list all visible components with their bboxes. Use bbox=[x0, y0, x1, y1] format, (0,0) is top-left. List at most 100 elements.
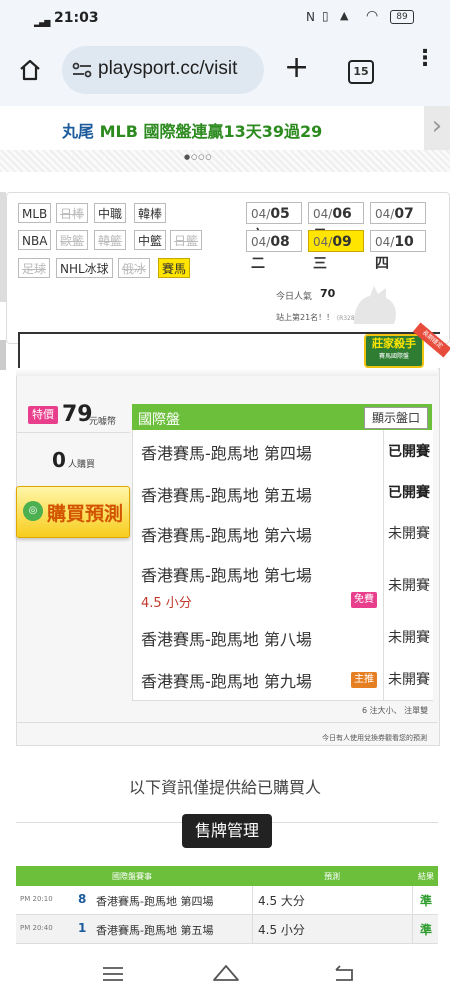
game-name: 香港賽馬-跑馬地 第六場 bbox=[141, 526, 312, 545]
date-month: 04/ bbox=[251, 235, 271, 249]
buyers-unit: 人購買 bbox=[68, 460, 96, 470]
date-tab[interactable]: 04/05 六 bbox=[246, 202, 302, 244]
date-day: 09 bbox=[332, 234, 352, 250]
coin-icon: ◎ bbox=[23, 501, 43, 521]
sport-tag: 歐籃 bbox=[56, 230, 89, 250]
buy-prediction-label: 購買預測 bbox=[47, 503, 124, 525]
sale-badge: 特價 bbox=[28, 406, 58, 424]
banner-next-icon[interactable]: › bbox=[424, 106, 450, 150]
tab-switcher-button[interactable]: 15 bbox=[348, 60, 374, 84]
result-pick: 4.5 大分 bbox=[258, 894, 305, 908]
banner-highlight: MLB 國際盤連贏13天39過29 bbox=[99, 122, 323, 141]
browser-toolbar: playsport.cc/visit + 15 ⋮ bbox=[0, 36, 450, 106]
banner-text: 丸尾 MLB 國際盤連贏13天39過29 bbox=[62, 118, 322, 142]
popularity-label: 今日人氣 bbox=[276, 292, 313, 302]
game-row[interactable]: 香港賽馬-跑馬地 第八場 未開賽 bbox=[132, 616, 433, 659]
date-day: 10 bbox=[394, 234, 414, 250]
column-divider bbox=[412, 915, 413, 943]
sport-tag: 日籃 bbox=[170, 230, 203, 250]
game-row[interactable]: 香港賽馬-跑馬地 第六場 未開賽 bbox=[132, 512, 433, 555]
carousel-dots: ●○○○ bbox=[184, 153, 213, 161]
banner-stripe bbox=[0, 150, 450, 172]
game-name: 香港賽馬-跑馬地 第四場 bbox=[141, 444, 312, 463]
seller-sub: 賽馬國際盤 bbox=[378, 353, 409, 360]
sport-tag[interactable]: 中籃 bbox=[134, 230, 167, 250]
bet-note: 6 注大小、 注單雙 bbox=[362, 706, 429, 715]
game-name: 香港賽馬-跑馬地 第五場 bbox=[141, 486, 312, 505]
address-bar[interactable]: playsport.cc/visit bbox=[62, 46, 264, 94]
mascot-icon bbox=[354, 286, 396, 324]
signal-icon: ▂▄▆ bbox=[34, 18, 51, 27]
date-tab[interactable]: 04/08 二 bbox=[246, 230, 302, 272]
status-time: 21:03 bbox=[54, 10, 99, 26]
sport-tag[interactable]: 賽馬 bbox=[158, 258, 191, 278]
featured-badge: 主推 bbox=[351, 672, 377, 688]
result-time: PM 20:10 bbox=[20, 895, 53, 903]
url-text: playsport.cc/visit bbox=[98, 58, 238, 79]
date-tab[interactable]: 04/06 日 bbox=[308, 202, 364, 244]
new-tab-icon[interactable]: + bbox=[284, 50, 309, 85]
home-icon[interactable] bbox=[18, 58, 42, 82]
system-nav-bar bbox=[0, 948, 450, 1000]
results-header-game: 國際盤賽事 bbox=[112, 872, 152, 881]
game-row[interactable]: 香港賽馬-跑馬地 第五場 已開賽 bbox=[132, 472, 433, 513]
date-month: 04/ bbox=[375, 235, 395, 249]
results-header: 國際盤賽事 預測 結果 bbox=[16, 866, 438, 886]
game-row[interactable]: 香港賽馬-跑馬地 第九場 主推 未開賽 bbox=[132, 658, 433, 701]
result-pick: 4.5 小分 bbox=[258, 923, 305, 937]
date-day: 05 bbox=[270, 206, 290, 222]
date-day: 07 bbox=[394, 206, 414, 222]
result-game: 香港賽馬-跑馬地 第五場 bbox=[96, 924, 214, 937]
buy-prediction-button[interactable]: ◎ 購買預測 bbox=[16, 486, 130, 538]
sales-management-button[interactable]: 售牌管理 bbox=[182, 814, 272, 848]
more-menu-icon[interactable]: ⋮ bbox=[414, 48, 436, 70]
sport-tag: 足球 bbox=[18, 258, 51, 278]
box-top-bar bbox=[16, 368, 438, 376]
date-month: 04/ bbox=[313, 207, 333, 221]
seller-name: 莊家殺手 bbox=[372, 337, 416, 350]
column-divider bbox=[412, 886, 413, 914]
game-status: 未開賽 bbox=[383, 658, 434, 700]
sport-tag: 俄冰 bbox=[118, 258, 151, 278]
back-icon[interactable] bbox=[332, 964, 356, 982]
result-number: 1 bbox=[78, 921, 87, 935]
menu-icon[interactable] bbox=[102, 966, 124, 982]
results-header-result: 結果 bbox=[418, 872, 434, 881]
game-name: 香港賽馬-跑馬地 第九場 bbox=[141, 672, 312, 691]
result-game: 香港賽馬-跑馬地 第四場 bbox=[96, 895, 214, 908]
show-odds-button[interactable]: 顯示盤口 bbox=[364, 407, 428, 429]
buyers-count: 0 bbox=[52, 448, 66, 472]
battery-icon: 89 bbox=[390, 10, 414, 24]
game-row[interactable]: 香港賽馬-跑馬地 第四場 已開賽 bbox=[132, 430, 433, 473]
divider bbox=[16, 432, 130, 433]
date-tab[interactable]: 04/10 四 bbox=[370, 230, 426, 272]
vibrate-icon: ▯ bbox=[322, 9, 329, 23]
site-settings-icon[interactable] bbox=[72, 61, 92, 79]
date-day: 06 bbox=[332, 206, 352, 222]
date-weekday: 四 bbox=[375, 256, 389, 272]
sport-tag[interactable]: NBA bbox=[18, 230, 52, 250]
date-day: 08 bbox=[270, 234, 290, 250]
seller-badge[interactable]: 莊家殺手 賽馬國際盤 bbox=[364, 334, 424, 368]
result-number: 8 bbox=[78, 892, 87, 906]
promo-banner[interactable]: 丸尾 MLB 國際盤連贏13天39過29 › bbox=[0, 106, 450, 151]
game-pick: 4.5 小分 bbox=[141, 596, 192, 611]
date-tab[interactable]: 04/09 三 bbox=[308, 230, 364, 272]
game-row[interactable]: 香港賽馬-跑馬地 第七場 4.5 小分 免費 未開賽 bbox=[132, 554, 433, 617]
purchaser-info-text: 以下資訊僅提供給已購買人 bbox=[128, 778, 321, 797]
date-month: 04/ bbox=[375, 207, 395, 221]
popularity-value: 70 bbox=[320, 287, 336, 300]
sport-tag: 日棒 bbox=[56, 203, 89, 223]
sport-tag[interactable]: MLB bbox=[18, 203, 52, 223]
result-mark: 準 bbox=[420, 894, 433, 908]
hd-signal-icon: ▲ bbox=[340, 9, 349, 22]
date-month: 04/ bbox=[313, 235, 333, 249]
sport-tag[interactable]: 韓棒 bbox=[134, 203, 167, 223]
date-tab[interactable]: 04/07 一 bbox=[370, 202, 426, 244]
sport-tag[interactable]: NHL冰球 bbox=[56, 258, 113, 278]
sport-tag[interactable]: 中職 bbox=[94, 203, 127, 223]
game-status: 未開賽 bbox=[383, 554, 434, 616]
nav-home-icon[interactable] bbox=[212, 962, 240, 982]
game-name: 香港賽馬-跑馬地 第七場 bbox=[141, 566, 312, 585]
game-status: 已開賽 bbox=[383, 430, 434, 472]
